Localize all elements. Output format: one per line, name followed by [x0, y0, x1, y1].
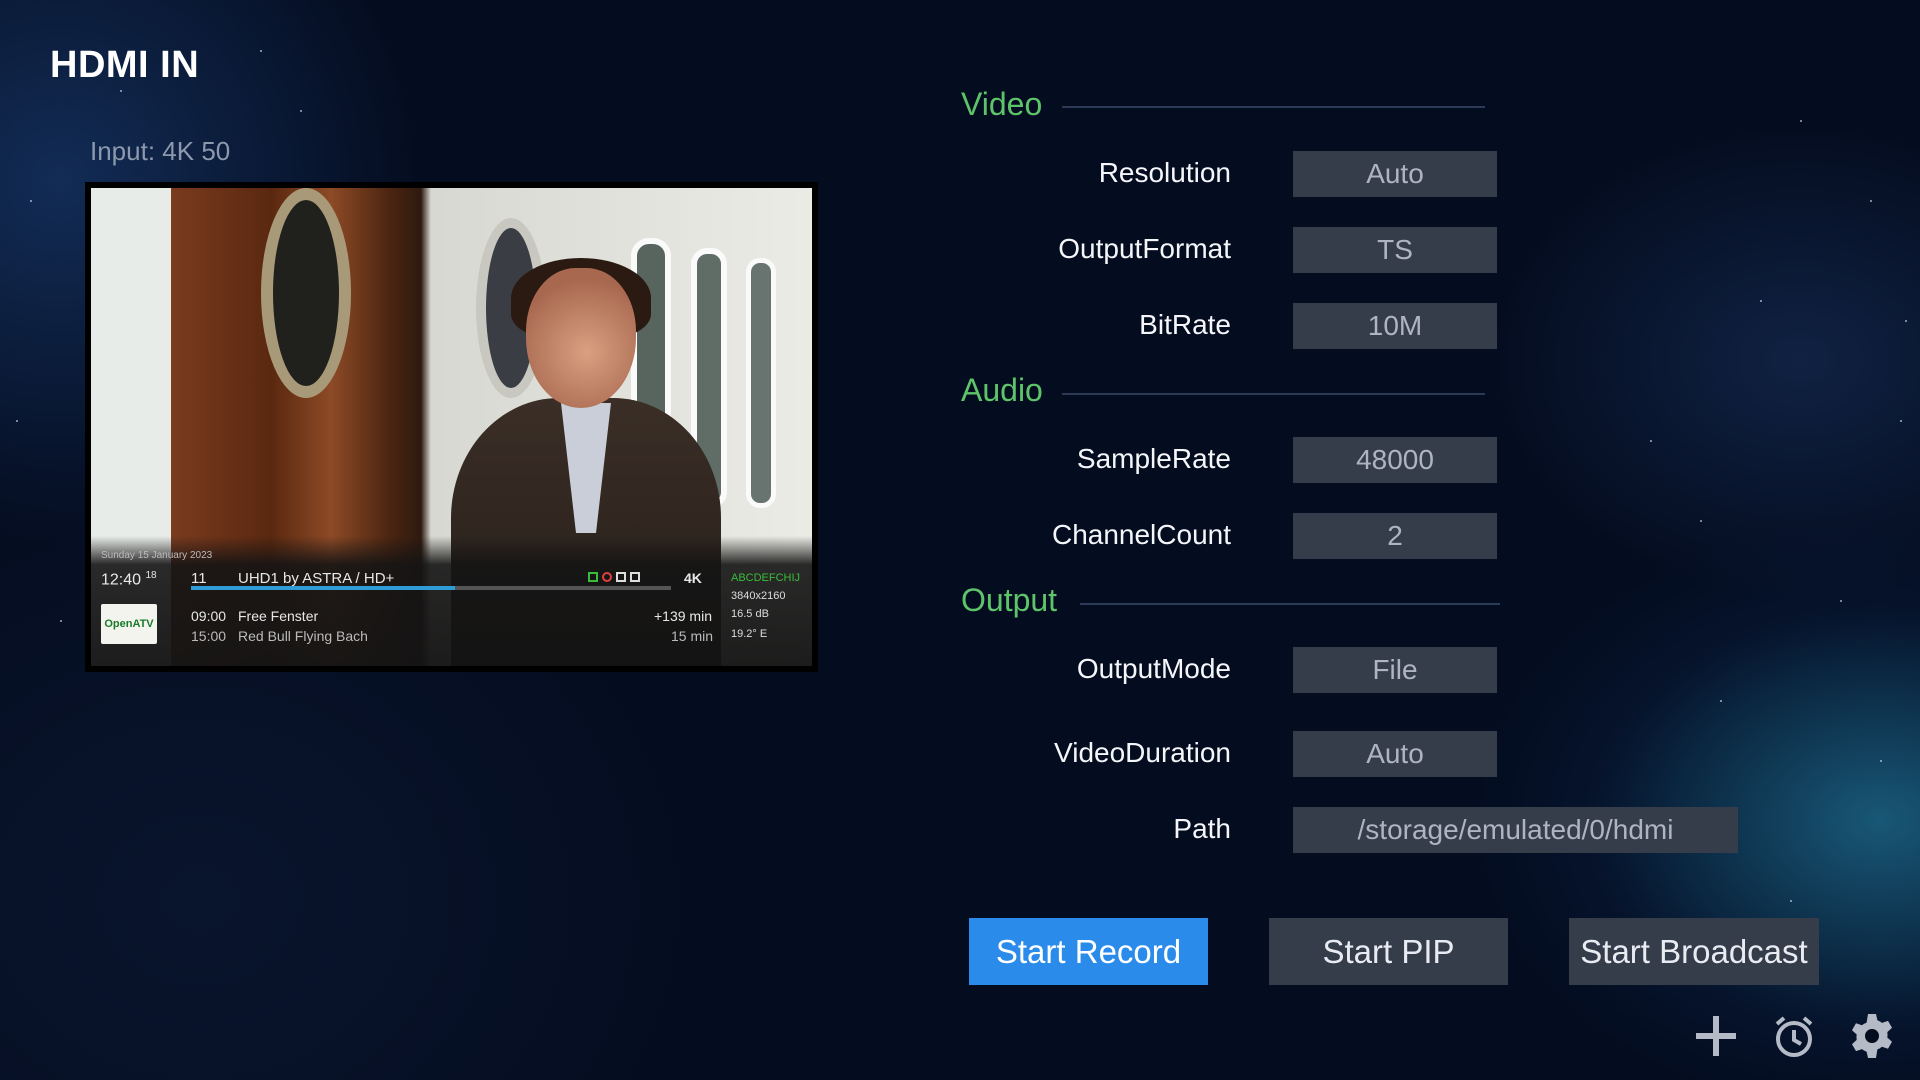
- output-format-select[interactable]: TS: [1293, 227, 1497, 273]
- osd-next-time: 15:00: [191, 628, 227, 644]
- osd-channel-number: 11: [191, 570, 207, 587]
- label-video-duration: VideoDuration: [1054, 737, 1231, 768]
- osd-now-remaining: +139 min: [654, 608, 712, 624]
- osd-date: Sunday 15 January 2023: [101, 550, 213, 561]
- label-resolution: Resolution: [1098, 157, 1231, 188]
- label-bitrate: BitRate: [1139, 309, 1231, 340]
- input-info: Input: 4K 50: [90, 136, 230, 167]
- label-sample-rate: SampleRate: [1076, 443, 1231, 474]
- osd-now-time: 09:00: [191, 608, 227, 624]
- start-record-button[interactable]: Start Record: [969, 918, 1208, 985]
- section-title-video: Video: [961, 86, 1043, 122]
- icon-toolbar: [1690, 1010, 1898, 1062]
- section-divider: [1062, 393, 1485, 395]
- section-title-output: Output: [961, 582, 1058, 618]
- resolution-select[interactable]: Auto: [1293, 151, 1497, 197]
- section-divider: [1062, 106, 1485, 108]
- ship-window-image: [746, 258, 776, 508]
- osd-resolution: 3840x2160: [731, 590, 786, 602]
- osd-time-sup: 18: [145, 570, 157, 581]
- output-mode-select[interactable]: File: [1293, 647, 1497, 693]
- section-title-audio: Audio: [961, 372, 1043, 408]
- plus-icon[interactable]: [1690, 1010, 1742, 1062]
- osd-position: 19.2° E: [731, 628, 768, 640]
- input-label: Input:: [90, 136, 156, 166]
- sample-rate-select[interactable]: 48000: [1293, 437, 1497, 483]
- osd-progress-fill: [191, 586, 455, 590]
- osd-status-icons: [588, 572, 640, 582]
- osd-channel-name: UHD1 by ASTRA / HD+: [238, 570, 395, 587]
- osd-ca-letters: ABCDEFCHIJ: [731, 572, 801, 584]
- osd-next-duration: 15 min: [671, 628, 714, 644]
- app-title: HDMI IN: [50, 44, 200, 86]
- porthole-image: [261, 188, 351, 398]
- gear-icon[interactable]: [1846, 1010, 1898, 1062]
- alarm-clock-icon[interactable]: [1768, 1010, 1820, 1062]
- start-pip-button[interactable]: Start PIP: [1269, 918, 1508, 985]
- bitrate-select[interactable]: 10M: [1293, 303, 1497, 349]
- osd-progress-bar: [191, 586, 671, 590]
- video-duration-select[interactable]: Auto: [1293, 731, 1497, 777]
- label-output-format: OutputFormat: [1058, 233, 1231, 264]
- path-field[interactable]: /storage/emulated/0/hdmi: [1293, 807, 1738, 853]
- osd-time-value: 12:40: [101, 571, 142, 589]
- osd-next-title: Red Bull Flying Bach: [238, 628, 368, 644]
- channel-info-bar: Sunday 15 January 2023 12:40 18 11 UHD1 …: [91, 536, 812, 666]
- osd-time: 12:40 18: [101, 570, 157, 589]
- start-broadcast-button[interactable]: Start Broadcast: [1569, 918, 1819, 985]
- label-channel-count: ChannelCount: [1051, 519, 1231, 550]
- hdmi-preview-window[interactable]: Sunday 15 January 2023 12:40 18 11 UHD1 …: [85, 182, 818, 672]
- label-output-mode: OutputMode: [1076, 653, 1231, 684]
- section-divider: [1080, 603, 1500, 605]
- osd-format-badge: 4K: [684, 570, 702, 586]
- label-path: Path: [1173, 813, 1231, 844]
- osd-signal: 16.5 dB: [731, 608, 769, 620]
- channel-count-select[interactable]: 2: [1293, 513, 1497, 559]
- channel-logo: OpenATV: [101, 604, 157, 644]
- input-value: 4K 50: [162, 136, 231, 166]
- osd-now-title: Free Fenster: [238, 608, 319, 624]
